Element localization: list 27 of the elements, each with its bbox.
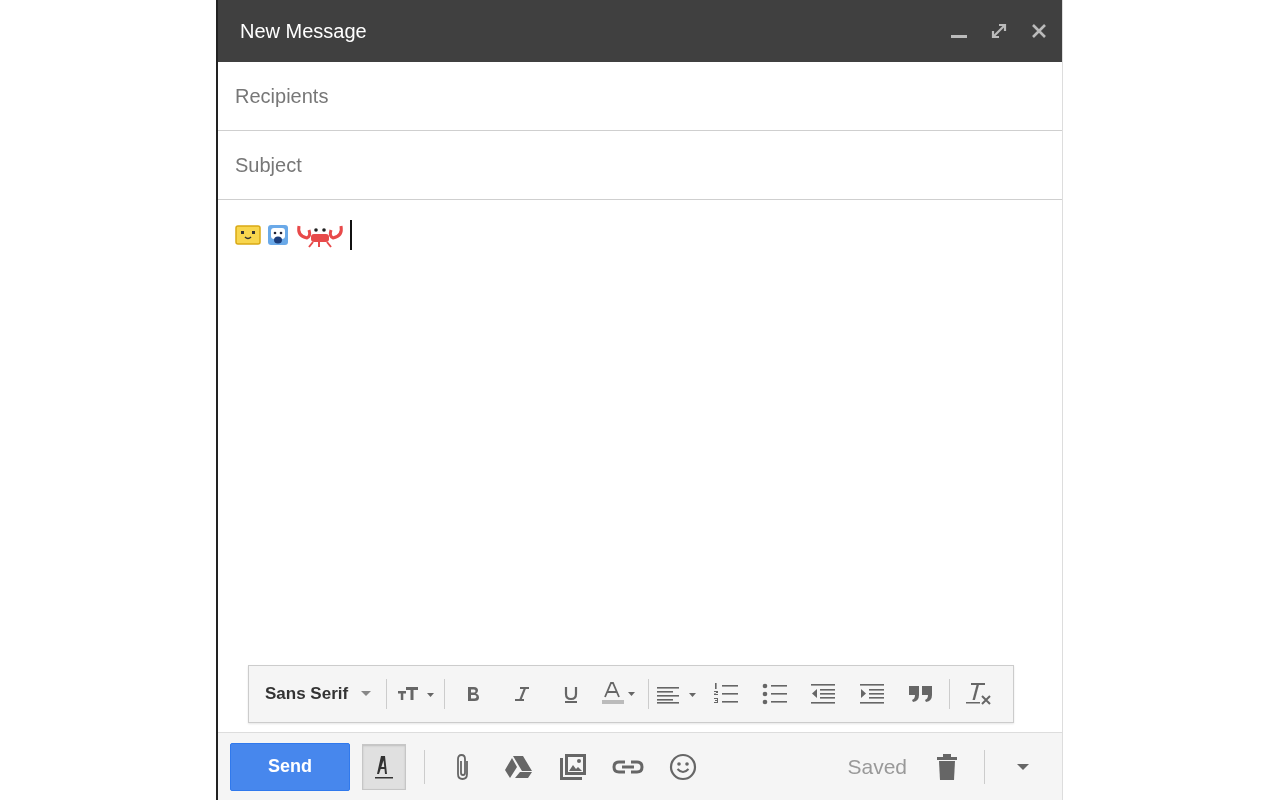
expand-icon[interactable] bbox=[990, 22, 1008, 40]
more-options-icon[interactable] bbox=[1015, 762, 1030, 771]
trash-icon[interactable] bbox=[935, 753, 958, 780]
text-cursor bbox=[350, 220, 352, 250]
numbered-list-icon[interactable] bbox=[712, 682, 739, 706]
font-dropdown[interactable]: Sans Serif bbox=[255, 674, 383, 714]
close-icon[interactable] bbox=[1030, 22, 1048, 40]
bulleted-list-icon[interactable] bbox=[761, 682, 788, 706]
italic-icon[interactable] bbox=[512, 684, 532, 704]
bear-emoji-icon bbox=[267, 224, 289, 246]
align-icon[interactable] bbox=[656, 684, 699, 704]
quote-icon[interactable] bbox=[907, 685, 934, 703]
outdent-icon[interactable] bbox=[810, 683, 837, 705]
image-icon[interactable] bbox=[558, 752, 587, 781]
smiley-emoji-icon bbox=[235, 224, 261, 246]
emoji-icon[interactable] bbox=[668, 752, 697, 781]
drive-icon[interactable] bbox=[503, 754, 532, 779]
clear-formatting-icon[interactable] bbox=[964, 681, 993, 707]
link-icon[interactable] bbox=[611, 758, 644, 775]
text-format-icon bbox=[373, 753, 395, 780]
formatting-toggle[interactable] bbox=[362, 743, 406, 790]
saved-status: Saved bbox=[847, 754, 907, 779]
caret-icon bbox=[360, 691, 373, 697]
text-color-icon[interactable] bbox=[601, 682, 638, 706]
indent-icon[interactable] bbox=[859, 683, 886, 705]
window-title: New Message bbox=[240, 19, 368, 43]
send-button[interactable]: Send bbox=[230, 742, 350, 791]
